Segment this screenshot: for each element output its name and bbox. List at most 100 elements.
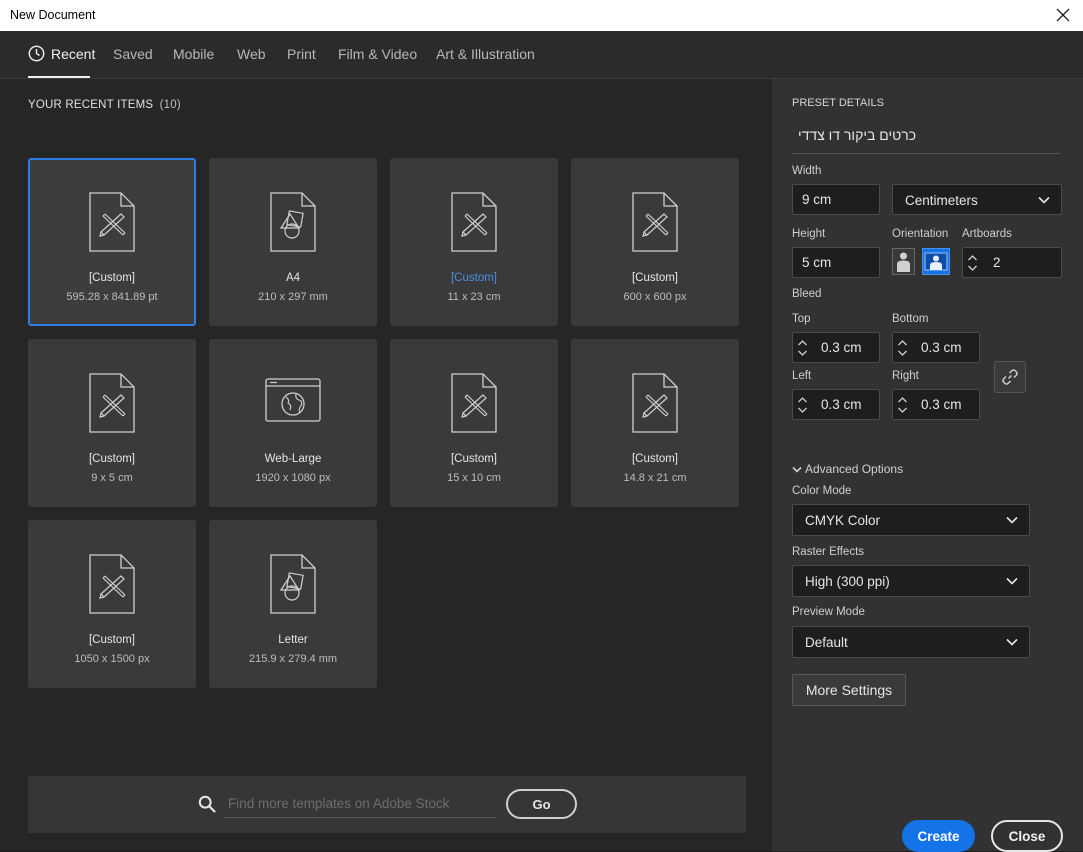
shapes-doc-icon: [270, 554, 316, 614]
recent-item-card[interactable]: [Custom] 1050 x 1500 px: [28, 520, 196, 688]
recent-item-dimensions: 1920 x 1080 px: [255, 472, 331, 484]
stepper-arrows-icon[interactable]: [797, 395, 808, 415]
stepper-arrows-icon[interactable]: [797, 338, 808, 358]
tab-saved[interactable]: Saved: [113, 46, 153, 62]
tab-film-video[interactable]: Film & Video: [338, 46, 417, 62]
recent-item-card[interactable]: [Custom] 15 x 10 cm: [390, 339, 558, 507]
recent-item-name: [Custom]: [631, 272, 678, 284]
raster-effects-select[interactable]: High (300 ppi): [792, 565, 1030, 597]
bleed-left-label: Left: [792, 370, 812, 382]
recent-item-card[interactable]: [Custom] 600 x 600 px: [571, 158, 739, 326]
bleed-top-value: 0.3 cm: [821, 340, 862, 355]
close-icon[interactable]: [1051, 3, 1075, 27]
recent-item-dimensions: 15 x 10 cm: [447, 472, 501, 484]
bleed-top-stepper[interactable]: 0.3 cm: [792, 332, 880, 363]
active-tab-indicator: [28, 76, 90, 78]
raster-effects-value: High (300 ppi): [805, 574, 890, 589]
units-value: Centimeters: [905, 193, 978, 208]
portrait-orientation-icon[interactable]: [892, 248, 915, 275]
web-globe-icon: [265, 378, 321, 422]
orientation-label: Orientation: [892, 228, 949, 240]
preview-mode-label: Preview Mode: [792, 606, 865, 618]
chevron-down-icon: [792, 466, 802, 473]
raster-effects-label: Raster Effects: [792, 546, 865, 558]
height-label: Height: [792, 228, 826, 240]
clock-icon: [28, 45, 45, 62]
go-button[interactable]: Go: [506, 789, 577, 819]
recent-item-card[interactable]: [Custom] 9 x 5 cm: [28, 339, 196, 507]
more-settings-button[interactable]: More Settings: [792, 674, 906, 706]
recent-item-card[interactable]: [Custom] 14.8 x 21 cm: [571, 339, 739, 507]
color-mode-label: Color Mode: [792, 485, 852, 497]
recent-heading-label: YOUR RECENT ITEMS: [28, 99, 154, 111]
height-value: 5 cm: [802, 255, 832, 270]
units-select[interactable]: Centimeters: [892, 184, 1062, 215]
recent-item-card[interactable]: Letter 215.9 x 279.4 mm: [209, 520, 377, 688]
recent-item-name: [Custom]: [88, 634, 135, 646]
recent-item-card[interactable]: [Custom] 595.28 x 841.89 pt: [28, 158, 196, 326]
recent-item-name: [Custom]: [88, 272, 135, 284]
illustration-doc-icon: [632, 373, 678, 433]
stepper-arrows-icon[interactable]: [897, 395, 908, 415]
tab-print[interactable]: Print: [287, 46, 316, 62]
recent-item-dimensions: 14.8 x 21 cm: [623, 472, 687, 484]
illustration-doc-icon: [89, 373, 135, 433]
recent-item-card[interactable]: [Custom] 11 x 23 cm: [390, 158, 558, 326]
recent-count: (10): [159, 99, 181, 111]
bleed-right-label: Right: [892, 370, 919, 382]
recent-item-dimensions: 1050 x 1500 px: [74, 653, 150, 665]
stock-search-input[interactable]: [224, 790, 496, 818]
color-mode-value: CMYK Color: [805, 513, 881, 528]
link-bleed-button[interactable]: [994, 361, 1026, 393]
preset-name-field[interactable]: כרטים ביקור דו צדדי: [792, 123, 1060, 154]
chevron-down-icon: [1006, 638, 1018, 646]
artboards-value: 2: [993, 255, 1001, 270]
stepper-arrows-icon[interactable]: [967, 253, 978, 273]
preview-mode-select[interactable]: Default: [792, 626, 1030, 658]
stepper-arrows-icon[interactable]: [897, 338, 908, 358]
color-mode-select[interactable]: CMYK Color: [792, 504, 1030, 536]
recent-items-panel: YOUR RECENT ITEMS (10) [Custom] 595.28 x …: [0, 79, 772, 851]
link-icon: [1002, 369, 1018, 385]
recent-item-name: Web-Large: [264, 453, 322, 465]
recent-item-dimensions: 600 x 600 px: [623, 291, 687, 303]
tab-recent[interactable]: Recent: [51, 46, 95, 62]
preset-name-text: כרטים ביקור דו צדדי: [798, 127, 917, 143]
illustration-doc-icon: [451, 373, 497, 433]
bleed-left-stepper[interactable]: 0.3 cm: [792, 389, 880, 420]
recent-item-card[interactable]: Web-Large 1920 x 1080 px: [209, 339, 377, 507]
bleed-bottom-stepper[interactable]: 0.3 cm: [892, 332, 980, 363]
chevron-down-icon: [1006, 516, 1018, 524]
tab-art-illustration[interactable]: Art & Illustration: [436, 46, 535, 62]
recent-item-name: [Custom]: [450, 272, 497, 284]
recent-item-dimensions: 210 x 297 mm: [258, 291, 328, 303]
landscape-orientation-icon[interactable]: [922, 248, 950, 275]
window-title: New Document: [10, 8, 96, 22]
preset-details-heading: PRESET DETAILS: [792, 97, 884, 109]
artboards-stepper[interactable]: 2: [962, 247, 1062, 278]
illustration-doc-icon: [632, 192, 678, 252]
bleed-bottom-value: 0.3 cm: [921, 340, 962, 355]
width-input[interactable]: 9 cm: [792, 184, 880, 215]
width-value: 9 cm: [802, 192, 832, 207]
bleed-label: Bleed: [792, 288, 822, 300]
recent-item-dimensions: 595.28 x 841.89 pt: [66, 291, 158, 303]
recent-item-dimensions: 9 x 5 cm: [91, 472, 133, 484]
advanced-options-toggle[interactable]: Advanced Options: [792, 462, 903, 476]
search-icon: [198, 795, 216, 813]
new-document-dialog: Recent Saved Mobile Web Print Film & Vid…: [0, 31, 1083, 852]
tab-web[interactable]: Web: [237, 46, 266, 62]
recent-item-name: A4: [285, 272, 301, 284]
create-button[interactable]: Create: [902, 820, 975, 852]
bleed-right-stepper[interactable]: 0.3 cm: [892, 389, 980, 420]
height-input[interactable]: 5 cm: [792, 247, 880, 278]
recent-item-name: [Custom]: [450, 453, 497, 465]
close-button[interactable]: Close: [991, 820, 1063, 852]
illustration-doc-icon: [89, 192, 135, 252]
recent-item-name: [Custom]: [88, 453, 135, 465]
advanced-options-label: Advanced Options: [805, 462, 904, 476]
recent-item-name: Letter: [278, 634, 308, 646]
recent-item-card[interactable]: A4 210 x 297 mm: [209, 158, 377, 326]
illustration-doc-icon: [89, 554, 135, 614]
tab-mobile[interactable]: Mobile: [173, 46, 214, 62]
